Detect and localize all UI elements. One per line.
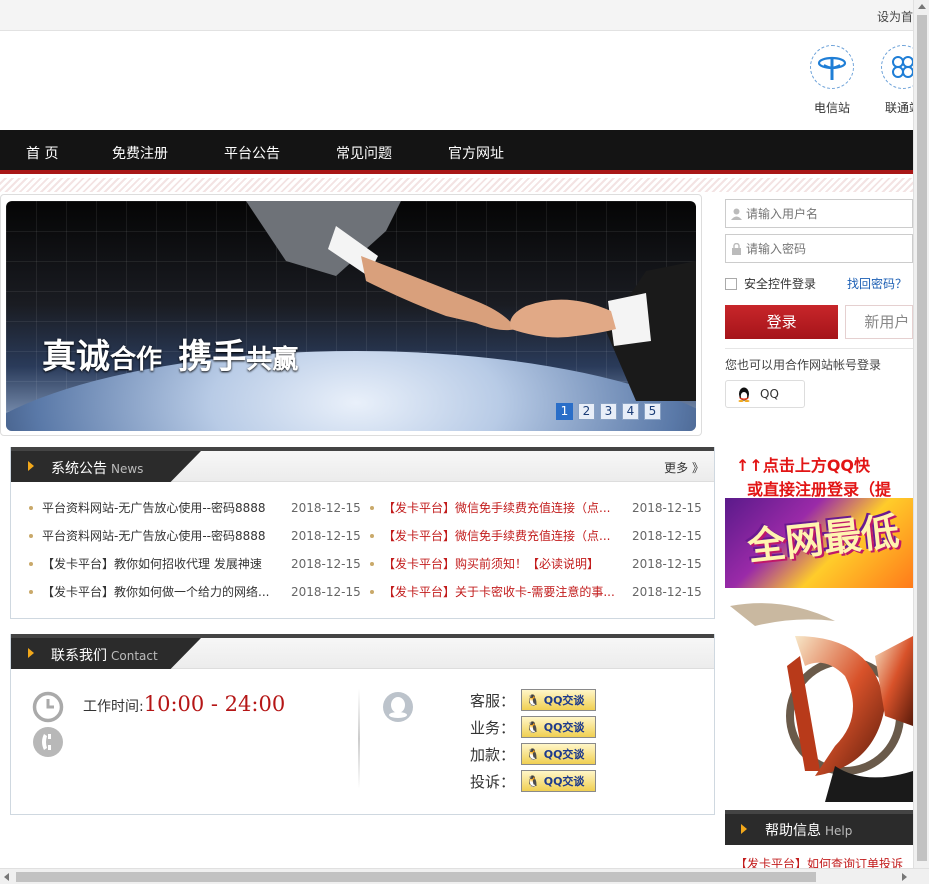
top-bar: 设为首 [0, 0, 913, 31]
contact-title: 联系我们 Contact [51, 648, 158, 664]
site-header: 电信站 联通站 [0, 31, 925, 130]
qq-chat-button[interactable]: 🐧 QQ交谈 [521, 689, 597, 711]
nav-item-official-site[interactable]: 官方网址 [448, 143, 504, 163]
username-field-wrap [725, 199, 913, 228]
news-title: 系统公告 News [51, 461, 144, 477]
qq-avatar-icon [383, 692, 413, 722]
set-homepage-link[interactable]: 设为首 [877, 8, 913, 25]
carousel-dot-5[interactable]: 5 [644, 403, 661, 420]
list-item[interactable]: 平台资料网站-无广告放心使用--密码8888 2018-12-15 [29, 527, 361, 547]
nav-item-register[interactable]: 免费注册 [112, 143, 168, 163]
game-logo-graphic [730, 603, 913, 802]
carousel-pagination: 1 2 3 4 5 [556, 403, 661, 420]
banner-image[interactable]: 真诚合作 携手共赢 1 2 3 4 5 [6, 201, 696, 431]
carousel-dot-3[interactable]: 3 [600, 403, 617, 420]
carousel-dot-1[interactable]: 1 [556, 403, 573, 420]
qq-penguin-icon [738, 387, 750, 402]
handshake-graphic [246, 201, 696, 401]
horizontal-scrollbar[interactable] [0, 868, 929, 884]
lock-icon [732, 243, 741, 255]
service-row: 加款： 🐧 QQ交谈 [470, 743, 597, 765]
news-more-link[interactable]: 更多 》 [664, 459, 704, 476]
list-item[interactable]: 【发卡平台】微信免手续费充值连接（点... 2018-12-15 [370, 499, 702, 519]
login-panel: 安全控件登录 找回密码？ 登录 新用户 您也可以用合作网站帐号登录 QQ [725, 199, 913, 408]
qq-chat-button[interactable]: 🐧 QQ交谈 [521, 743, 597, 765]
banner-carousel: 真诚合作 携手共赢 1 2 3 4 5 [0, 194, 702, 436]
login-button[interactable]: 登录 [725, 305, 839, 339]
nav-item-home[interactable]: 首 页 [26, 143, 58, 163]
carousel-dot-2[interactable]: 2 [578, 403, 595, 420]
user-icon [731, 208, 742, 220]
partner-login-text: 您也可以用合作网站帐号登录 [725, 358, 882, 372]
secure-login-label: 安全控件登录 [744, 277, 817, 291]
username-input[interactable] [726, 200, 912, 227]
list-item[interactable]: 【发卡平台】购买前须知！【必读说明】 2018-12-15 [370, 555, 702, 575]
password-input[interactable] [726, 235, 912, 262]
contact-panel: 联系我们 Contact 工作时间:10:00 - 24:00 客服： 🐧 QQ交谈… [10, 634, 715, 815]
nav-item-announcements[interactable]: 平台公告 [224, 143, 280, 163]
triangle-icon [28, 648, 34, 658]
qq-penguin-icon: 🐧 [526, 774, 540, 788]
main-nav: 首 页 免费注册 平台公告 常见问题 官方网址 [0, 130, 913, 174]
triangle-icon [741, 824, 747, 834]
help-panel: 帮助信息 Help 【发卡平台】如何查询订单投诉 [725, 810, 913, 871]
horizontal-scroll-thumb[interactable] [16, 872, 816, 882]
qq-chat-button[interactable]: 🐧 QQ交谈 [521, 770, 597, 792]
qq-login-button[interactable]: QQ [725, 380, 805, 408]
qq-login-notice: ↑↑点击上方QQ快 或直接注册登录（提 [736, 456, 892, 499]
qq-login-label: QQ [760, 387, 779, 401]
scroll-right-arrow-icon[interactable] [902, 873, 907, 881]
triangle-icon [28, 461, 34, 471]
password-field-wrap [725, 234, 913, 263]
new-user-button[interactable]: 新用户 [845, 305, 913, 339]
service-row: 投诉： 🐧 QQ交谈 [470, 770, 597, 792]
vertical-scrollbar[interactable] [913, 0, 929, 868]
clock-icon [32, 691, 64, 723]
list-item[interactable]: 【发卡平台】教你如何做一个给力的网络... 2018-12-15 [29, 583, 361, 603]
list-item[interactable]: 平台资料网站-无广告放心使用--密码8888 2018-12-15 [29, 499, 361, 519]
banner-slogan: 真诚合作 携手共赢 [42, 337, 299, 377]
news-panel: 系统公告 News 更多 》 平台资料网站-无广告放心使用--密码8888 2018… [10, 447, 715, 619]
qq-penguin-icon: 🐧 [526, 693, 540, 707]
list-item[interactable]: 【发卡平台】关于卡密收卡-需要注意的事... 2018-12-15 [370, 583, 702, 603]
vertical-scroll-thumb[interactable] [917, 15, 927, 861]
qq-penguin-icon: 🐧 [526, 747, 540, 761]
decorative-stripe [0, 178, 913, 192]
nav-item-faq[interactable]: 常见问题 [336, 143, 392, 163]
service-row: 业务： 🐧 QQ交谈 [470, 716, 597, 738]
qq-penguin-icon: 🐧 [526, 720, 540, 734]
scroll-up-arrow-icon[interactable] [918, 4, 926, 9]
telecom-station-label: 电信站 [813, 101, 850, 115]
help-title: 帮助信息 Help [765, 823, 853, 839]
qq-chat-button[interactable]: 🐧 QQ交谈 [521, 716, 597, 738]
promo-banner-lowest-price[interactable]: 全网最低 [725, 498, 913, 588]
list-item[interactable]: 【发卡平台】教你如何招收代理 发展神速 2018-12-15 [29, 555, 361, 575]
service-row: 客服： 🐧 QQ交谈 [470, 689, 597, 711]
phone-icon [33, 727, 63, 757]
telecom-logo-icon [810, 45, 854, 89]
game-ad-banner[interactable] [725, 596, 913, 802]
carousel-dot-4[interactable]: 4 [622, 403, 639, 420]
list-item[interactable]: 【发卡平台】微信免手续费充值连接（点... 2018-12-15 [370, 527, 702, 547]
work-hours: 工作时间:10:00 - 24:00 [83, 692, 286, 716]
forgot-password-link[interactable]: 找回密码？ [847, 275, 907, 292]
telecom-station-link[interactable]: 电信站 [809, 45, 855, 116]
secure-login-checkbox[interactable] [725, 277, 737, 290]
scroll-left-arrow-icon[interactable] [4, 873, 9, 881]
